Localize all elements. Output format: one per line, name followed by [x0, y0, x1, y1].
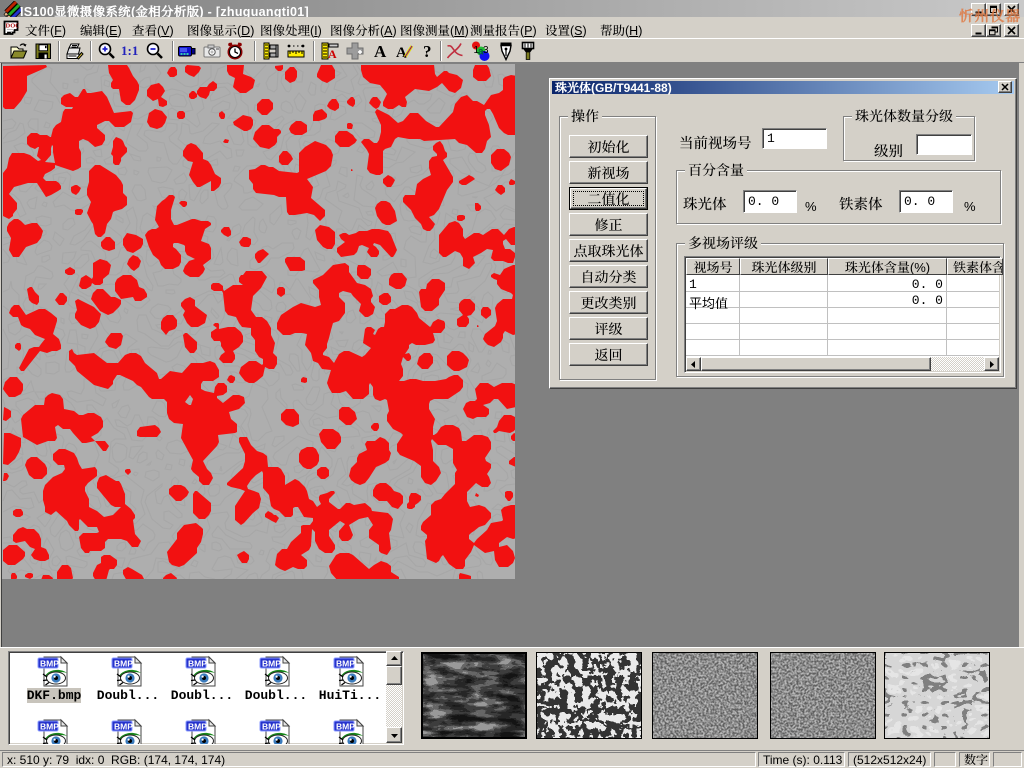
svg-text:BMP: BMP: [188, 722, 207, 732]
svg-text:BMP: BMP: [114, 722, 133, 732]
svg-text:BMP: BMP: [40, 722, 59, 732]
svg-text:BMP: BMP: [262, 722, 281, 732]
svg-text:A: A: [374, 42, 387, 61]
svg-text:A: A: [328, 47, 337, 61]
svg-text:BMP: BMP: [336, 659, 355, 669]
svg-text:A: A: [396, 45, 407, 61]
svg-text:3: 3: [483, 45, 489, 56]
svg-text:DOC: DOC: [6, 23, 20, 30]
svg-text:BMP: BMP: [40, 659, 59, 669]
svg-text:1:1: 1:1: [121, 43, 138, 58]
svg-text:BMP: BMP: [262, 659, 281, 669]
svg-text:?: ?: [423, 42, 432, 61]
svg-text:BMP: BMP: [114, 659, 133, 669]
svg-text:BMP: BMP: [188, 659, 207, 669]
svg-text:BMP: BMP: [336, 722, 355, 732]
